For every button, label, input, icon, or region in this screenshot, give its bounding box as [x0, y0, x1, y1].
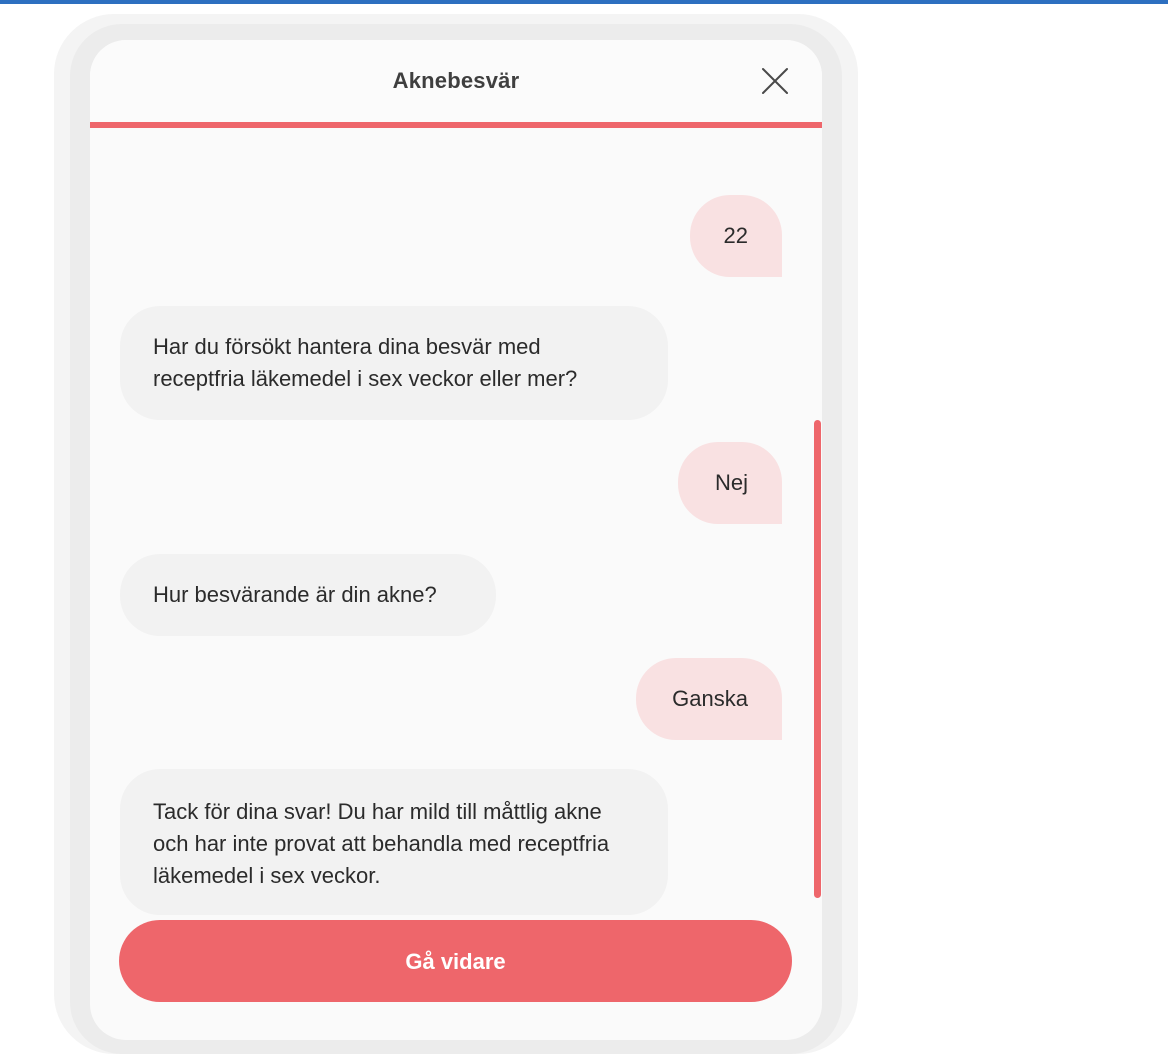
scrollbar-thumb[interactable]	[814, 420, 821, 898]
modal-title: Aknebesvär	[392, 68, 520, 93]
bot-message: Hur besvärande är din akne?	[120, 554, 496, 636]
user-message: 22	[690, 195, 782, 277]
user-message: Nej	[678, 442, 782, 524]
continue-button[interactable]: Gå vidare	[119, 920, 792, 1002]
browser-top-rule	[0, 0, 1168, 4]
chat-modal: Aknebesvär 22 Har du försökt hantera din…	[90, 40, 822, 1040]
close-button[interactable]	[758, 64, 792, 98]
user-message: Ganska	[636, 658, 782, 740]
chat-thread[interactable]: 22 Har du försökt hantera dina besvär me…	[90, 128, 822, 915]
close-icon	[762, 68, 788, 94]
bot-message: Tack för dina svar! Du har mild till måt…	[120, 769, 668, 915]
bot-message: Har du försökt hantera dina besvär med r…	[120, 306, 668, 420]
modal-header: Aknebesvär	[90, 40, 822, 124]
